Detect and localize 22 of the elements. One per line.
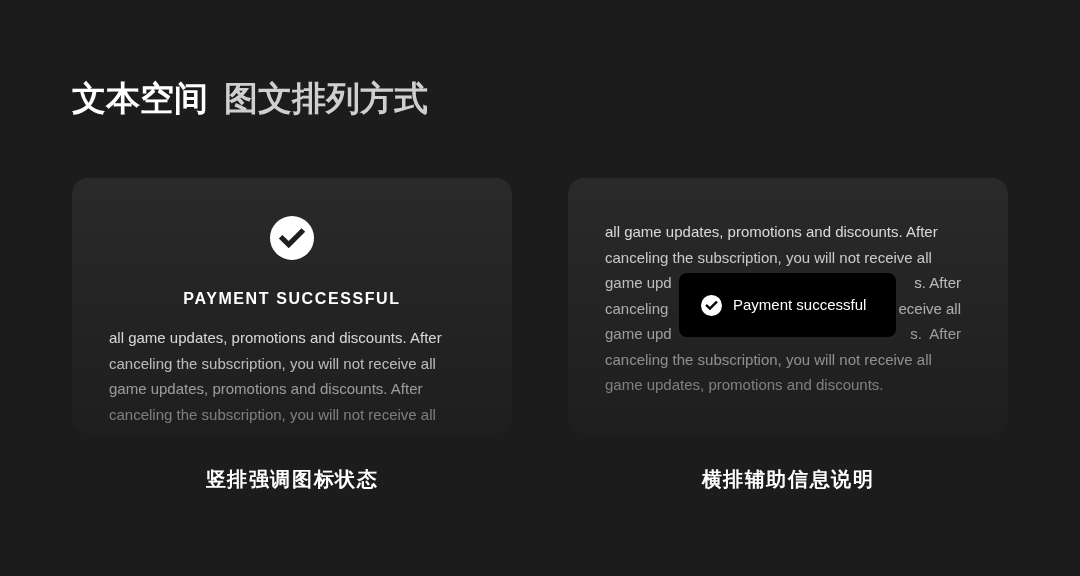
body-text: canceling the subscription, you will not receive all	[109, 404, 436, 425]
body-text: canceling the subscription, you will not receive all	[605, 247, 932, 268]
caption: 竖排强调图标状态	[205, 467, 379, 492]
caption: 横排辅助信息说明	[701, 467, 875, 492]
body-text: s. After	[914, 273, 961, 293]
body-text: all game updates, promotions and discounts. After	[605, 222, 938, 242]
subtitle: 图文排列方式	[224, 77, 428, 120]
body-text: game updates, promotions and discounts.	[605, 375, 884, 395]
body-text: game upd	[605, 324, 672, 344]
status-heading: PAYMENT SUCCESSFUL	[183, 289, 401, 309]
check-icon	[701, 294, 722, 316]
body-text: canceling the subscription, you will not receive all	[109, 353, 436, 374]
title: 文本空间	[72, 77, 208, 120]
body-text: game updates, promotions and discounts. After	[109, 379, 423, 399]
check-icon	[270, 216, 314, 260]
body-text: all game updates, promotions and discounts. After	[109, 328, 442, 348]
toast-text: Payment successful	[733, 294, 867, 315]
body-text: eceive all	[898, 298, 961, 319]
body-text: canceling	[605, 298, 669, 319]
body-text: s. After	[910, 324, 961, 344]
body-text: game upd	[605, 273, 672, 293]
body-text: canceling the subscription, you will not receive all	[605, 349, 932, 370]
